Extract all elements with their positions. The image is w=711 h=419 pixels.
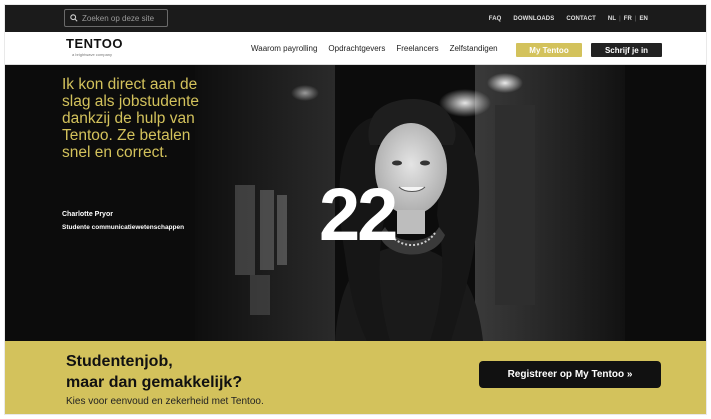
hero-banner: Ik kon direct aan de slag als jobstudent…: [5, 65, 706, 341]
search-icon: [70, 14, 78, 22]
nav-menu: Waarom payrolling Opdrachtgevers Freelan…: [251, 32, 498, 65]
nav-item-zelfstandigen[interactable]: Zelfstandigen: [450, 44, 498, 53]
downloads-link[interactable]: DOWNLOADS: [513, 16, 554, 22]
cta-headline-line1: Studentenjob,: [66, 353, 173, 370]
contact-link[interactable]: CONTACT: [566, 16, 596, 22]
page-frame: FAQ DOWNLOADS CONTACT NL | FR | EN TENTO…: [4, 4, 707, 415]
register-button[interactable]: Registreer op My Tentoo »: [479, 361, 661, 388]
lang-en[interactable]: EN: [639, 16, 648, 22]
nav-item-opdrachtgevers[interactable]: Opdrachtgevers: [328, 44, 385, 53]
cta-subtext: Kies voor eenvoud en zekerheid met Tento…: [66, 396, 264, 407]
testimonial-role: Studente communicatiewetenschappen: [62, 224, 185, 231]
main-nav: TENTOO a brightwave company Waarom payro…: [5, 32, 706, 65]
lang-separator: |: [619, 15, 621, 22]
faq-link[interactable]: FAQ: [489, 16, 502, 22]
utility-bar: FAQ DOWNLOADS CONTACT NL | FR | EN: [5, 5, 706, 32]
cta-headline: Studentenjob, maar dan gemakkelijk?: [66, 351, 242, 393]
tentoo-logo[interactable]: TENTOO a brightwave company: [66, 36, 123, 58]
language-switcher: NL | FR | EN: [608, 16, 648, 22]
lang-separator: |: [634, 15, 637, 22]
sign-up-button[interactable]: Schrijf je in: [591, 43, 662, 57]
my-tentoo-button[interactable]: My Tentoo: [516, 43, 582, 57]
testimonial-quote: Ik kon direct aan de slag als jobstudent…: [62, 76, 200, 161]
nav-item-waarom-payrolling[interactable]: Waarom payrolling: [251, 44, 317, 53]
search-input[interactable]: [82, 13, 162, 23]
cta-headline-line2: maar dan gemakkelijk?: [66, 374, 243, 391]
lang-nl[interactable]: NL: [608, 16, 616, 22]
nav-item-freelancers[interactable]: Freelancers: [396, 44, 438, 53]
cta-band: Studentenjob, maar dan gemakkelijk? Kies…: [5, 341, 706, 414]
hero-counter: 22: [319, 173, 398, 256]
search-box[interactable]: [64, 9, 168, 27]
logo-tagline: a brightwave company: [72, 52, 113, 57]
utility-links: FAQ DOWNLOADS CONTACT NL | FR | EN: [489, 5, 648, 32]
lang-fr[interactable]: FR: [624, 16, 632, 22]
testimonial-name: Charlotte Pryor: [62, 211, 113, 218]
logo-wordmark: TENTOO: [66, 36, 123, 51]
